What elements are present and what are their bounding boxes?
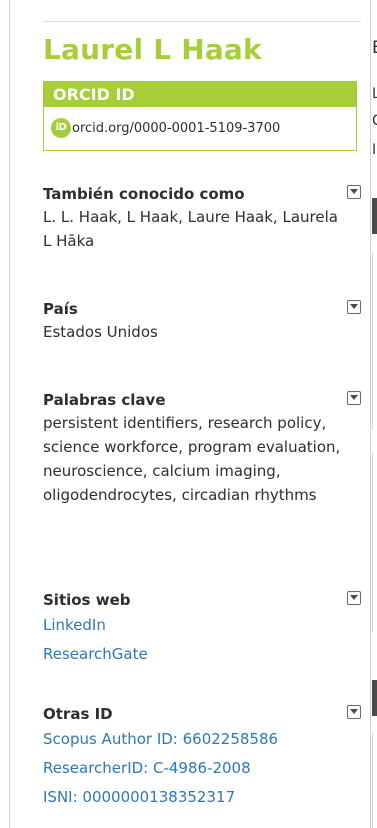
other-id-link-scopus[interactable]: Scopus Author ID: 6602258586 [43, 725, 361, 754]
country-text: Estados Unidos [43, 323, 158, 341]
section-title-country: País [43, 300, 78, 318]
section-keywords: Palabras clave persistent identifiers, r… [43, 389, 361, 507]
section-other-ids: Otras ID Scopus Author ID: 6602258586 Re… [43, 703, 361, 812]
researcher-name: Laurel L Haak [43, 33, 262, 66]
also-known-as-text: L. L. Haak, L Haak, Laure Haak, Laurela … [43, 208, 338, 250]
keywords-text: persistent identifiers, research policy,… [43, 414, 341, 504]
section-websites: Sitios web LinkedIn ResearchGate [43, 589, 361, 669]
orcid-id-row: iD orcid.org/0000-0001-5109-3700 [51, 116, 280, 140]
main-text-fragment-2: C [372, 113, 377, 129]
top-divider [43, 21, 361, 22]
main-panel-1 [372, 252, 377, 430]
profile-sidebar: Laurel L Haak ORCID ID iD orcid.org/0000… [43, 0, 361, 828]
toggle-also-known-as[interactable] [347, 185, 361, 199]
chevron-down-icon [350, 595, 358, 600]
section-title-keywords: Palabras clave [43, 391, 166, 409]
page-frame-right [370, 0, 371, 828]
main-header-fragment: E [372, 38, 377, 58]
section-title-websites: Sitios web [43, 591, 131, 609]
chevron-down-icon [350, 395, 358, 400]
other-id-link-researcherid[interactable]: ResearcherID: C-4986-2008 [43, 754, 361, 783]
toggle-keywords[interactable] [347, 391, 361, 405]
main-text-fragment-1: L [372, 86, 377, 102]
page-frame-left [9, 0, 10, 828]
section-country: País Estados Unidos [43, 298, 361, 344]
website-link-linkedin[interactable]: LinkedIn [43, 611, 361, 640]
chevron-down-icon [350, 304, 358, 309]
toggle-websites[interactable] [347, 591, 361, 605]
orcid-id-logo-icon: iD [51, 118, 71, 138]
section-also-known-as: También conocido como L. L. Haak, L Haak… [43, 183, 361, 253]
section-title-other-ids: Otras ID [43, 705, 113, 723]
toggle-country[interactable] [347, 300, 361, 314]
website-link-researchgate[interactable]: ResearchGate [43, 640, 361, 669]
orcid-id-link[interactable]: orcid.org/0000-0001-5109-3700 [72, 121, 280, 136]
orcid-id-box: ORCID ID iD orcid.org/0000-0001-5109-370… [43, 81, 357, 151]
main-panel-3 [372, 733, 377, 828]
main-section-header-bar-1 [372, 198, 377, 234]
main-panel-2 [372, 452, 377, 632]
chevron-down-icon [350, 189, 358, 194]
main-section-header-bar-2 [372, 680, 377, 716]
other-id-link-isni[interactable]: ISNI: 0000000138352317 [43, 783, 361, 812]
orcid-id-header: ORCID ID [44, 82, 356, 107]
main-text-fragment-3: I [372, 142, 377, 158]
section-title-also-known-as: También conocido como [43, 185, 245, 203]
chevron-down-icon [350, 709, 358, 714]
toggle-other-ids[interactable] [347, 705, 361, 719]
